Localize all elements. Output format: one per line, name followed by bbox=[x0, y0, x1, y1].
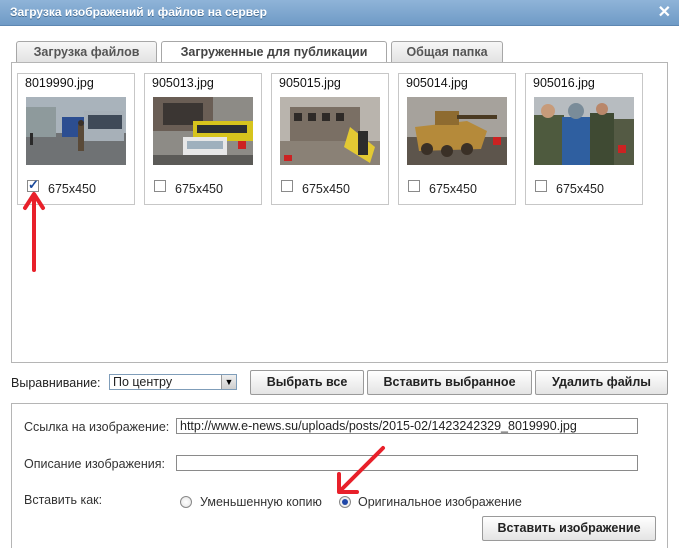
close-icon[interactable]: ✕ bbox=[658, 2, 671, 22]
image-card[interactable]: 905013.jpg 675x450 bbox=[144, 73, 262, 205]
image-dimensions: 675x450 bbox=[175, 182, 223, 196]
image-link-input[interactable]: http://www.e-news.su/uploads/posts/2015-… bbox=[176, 418, 638, 434]
insert-selected-button[interactable]: Вставить выбранное bbox=[367, 370, 532, 395]
image-select-checkbox[interactable] bbox=[408, 180, 420, 192]
select-all-button[interactable]: Выбрать все bbox=[250, 370, 364, 395]
dialog-title: Загрузка изображений и файлов на сервер bbox=[10, 5, 267, 19]
image-select-checkbox[interactable] bbox=[535, 180, 547, 192]
image-thumbnail[interactable] bbox=[26, 97, 126, 165]
annotation-arrow-up-icon bbox=[23, 192, 45, 272]
image-card[interactable]: 905015.jpg 675x450 bbox=[271, 73, 389, 205]
tab-upload-files[interactable]: Загрузка файлов bbox=[16, 41, 157, 63]
tab-uploaded-for-publication[interactable]: Загруженные для публикации bbox=[161, 41, 387, 64]
alignment-select-value: По центру bbox=[113, 375, 173, 389]
annotation-arrow-diagonal-icon bbox=[337, 446, 385, 494]
image-filename: 905016.jpg bbox=[533, 76, 595, 90]
image-thumbnail[interactable] bbox=[153, 97, 253, 165]
delete-files-button[interactable]: Удалить файлы bbox=[535, 370, 668, 395]
radio-thumbnail-copy-label: Уменьшенную копию bbox=[200, 495, 322, 509]
image-card[interactable]: 905014.jpg 675x450 bbox=[398, 73, 516, 205]
image-thumbnail[interactable] bbox=[407, 97, 507, 165]
dialog-title-bar: Загрузка изображений и файлов на сервер … bbox=[0, 0, 679, 26]
image-select-checkbox[interactable] bbox=[281, 180, 293, 192]
radio-thumbnail-copy[interactable] bbox=[180, 496, 192, 508]
image-gallery-panel: 8019990.jpg 675x450 905013.jpg bbox=[11, 62, 668, 363]
image-select-checkbox[interactable] bbox=[154, 180, 166, 192]
insert-image-button[interactable]: Вставить изображение bbox=[482, 516, 656, 541]
image-thumbnail[interactable] bbox=[280, 97, 380, 165]
alignment-select[interactable]: По центру ▼ bbox=[109, 374, 237, 390]
image-filename: 905013.jpg bbox=[152, 76, 214, 90]
image-filename: 905015.jpg bbox=[279, 76, 341, 90]
image-filename: 905014.jpg bbox=[406, 76, 468, 90]
image-filename: 8019990.jpg bbox=[25, 76, 94, 90]
image-thumbnail[interactable] bbox=[534, 97, 634, 165]
image-description-input[interactable] bbox=[176, 455, 638, 471]
image-card[interactable]: 8019990.jpg 675x450 bbox=[17, 73, 135, 205]
image-description-label: Описание изображения: bbox=[24, 457, 166, 471]
insert-as-label: Вставить как: bbox=[24, 493, 103, 507]
image-dimensions: 675x450 bbox=[429, 182, 477, 196]
chevron-down-icon[interactable]: ▼ bbox=[221, 375, 236, 389]
image-link-label: Ссылка на изображение: bbox=[24, 420, 170, 434]
image-dimensions: 675x450 bbox=[556, 182, 604, 196]
alignment-label: Выравнивание: bbox=[11, 376, 101, 390]
image-dimensions: 675x450 bbox=[48, 182, 96, 196]
image-card[interactable]: 905016.jpg 675x450 bbox=[525, 73, 643, 205]
tab-shared-folder[interactable]: Общая папка bbox=[391, 41, 503, 63]
image-dimensions: 675x450 bbox=[302, 182, 350, 196]
